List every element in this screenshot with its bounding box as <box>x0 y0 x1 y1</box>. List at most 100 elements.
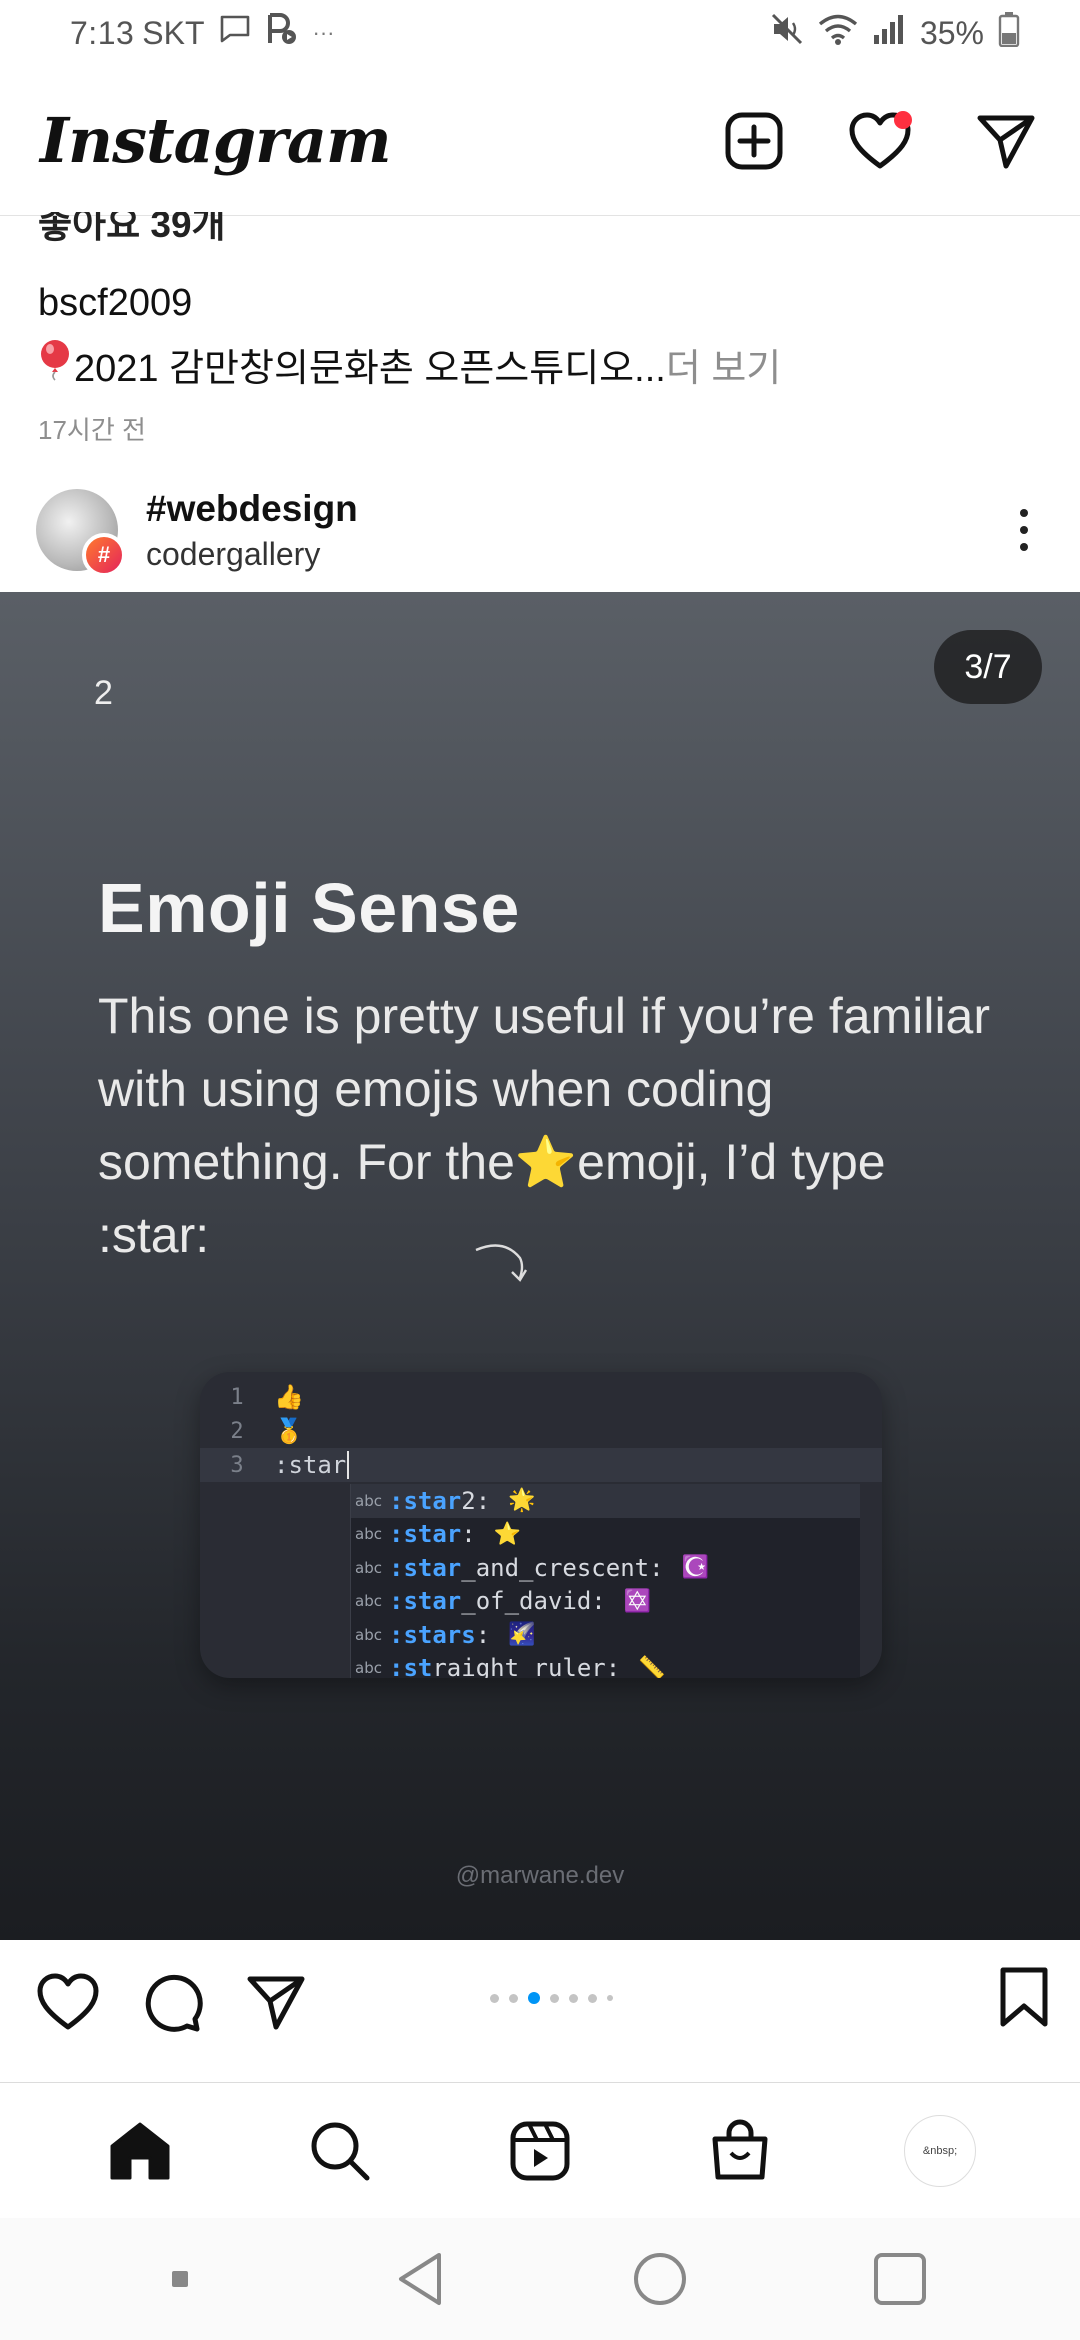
battery-icon <box>998 11 1020 55</box>
suggestion-match: :st <box>389 1654 433 1678</box>
carousel-dot <box>509 1993 518 2003</box>
carousel-dot-active <box>528 1992 540 2004</box>
suggestion-rest: : <box>475 1620 491 1649</box>
carousel-dot <box>490 1993 499 2003</box>
nav-shop[interactable] <box>700 2111 780 2191</box>
mute-icon <box>770 12 804 54</box>
reels-icon <box>510 2121 570 2180</box>
code-line-active: 3 :star <box>200 1448 882 1482</box>
dot-icon <box>1020 509 1028 517</box>
autocomplete-list: abc :star 2: 🌟 abc :star: ⭐ abc :star _and… <box>350 1484 860 1678</box>
new-post-button[interactable] <box>720 107 788 175</box>
like-button[interactable] <box>32 1966 104 2038</box>
suggestion-emoji: ⭐ <box>493 1521 522 1547</box>
code-line: 2 🥇 <box>200 1414 882 1448</box>
activity-button[interactable] <box>846 107 914 175</box>
suggestion-emoji: 🌠 <box>508 1622 536 1648</box>
previous-post-footer: 좋아요 39개 bscf2009 2021 감만창의문화촌 오픈스튜디오... … <box>38 212 1038 447</box>
post-names: #webdesign codergallery <box>146 488 1004 573</box>
suggestion-match: :star <box>389 1486 462 1515</box>
line-number: 1 <box>230 1384 244 1410</box>
thumbs-up-emoji: 👍 <box>274 1383 304 1411</box>
post-hashtag[interactable]: #webdesign <box>146 488 1004 530</box>
header-actions <box>720 107 1040 175</box>
overview-button[interactable] <box>865 2244 935 2314</box>
status-bar: 7:13 SKT ··· 35% <box>0 0 1080 66</box>
comment-button[interactable] <box>136 1966 208 2038</box>
share-icon <box>247 1976 305 2030</box>
status-carrier: SKT <box>142 14 205 51</box>
status-left: 7:13 SKT ··· <box>70 12 335 54</box>
suggestion-item: abc :stars: 🌠 <box>351 1618 860 1652</box>
carousel-dot <box>588 1993 597 2003</box>
typed-text: :star <box>274 1451 347 1479</box>
new-post-icon <box>725 112 783 169</box>
code-line: 1 👍 <box>200 1380 882 1414</box>
home-circle-icon <box>634 2253 686 2305</box>
caption-more-link[interactable]: 더 보기 <box>666 337 781 392</box>
suggestion-item: abc :star: ⭐ <box>351 1518 860 1552</box>
post-author[interactable]: codergallery <box>146 536 1004 573</box>
dot-icon <box>1020 543 1028 551</box>
curved-arrow-icon <box>475 1244 528 1282</box>
back-icon <box>399 2253 441 2305</box>
like-count[interactable]: 좋아요 39개 <box>38 212 1038 248</box>
battery-text: 35% <box>919 14 984 51</box>
nav-home[interactable] <box>100 2111 180 2191</box>
suggestion-emoji: ✡️ <box>623 1588 652 1614</box>
direct-message-button[interactable] <box>972 107 1040 175</box>
status-overflow: ··· <box>312 20 335 45</box>
post-header: # #webdesign codergallery <box>0 470 1080 590</box>
post-time: 17시간 전 <box>38 415 146 445</box>
suggestion-rest: _and_crescent: <box>461 1553 664 1582</box>
suggestion-rest: raight_ruler: <box>432 1654 621 1678</box>
star-emoji: ⭐ <box>514 1134 578 1190</box>
app-header: Instagram <box>0 66 1080 216</box>
back-button[interactable] <box>385 2244 455 2314</box>
code-editor: 1 👍 2 🥇 3 :star abc :star 2: 🌟 abc :star:… <box>200 1372 882 1678</box>
home-button[interactable] <box>625 2244 695 2314</box>
line-number: 2 <box>230 1418 244 1444</box>
dot-icon <box>1020 526 1028 534</box>
chat-bubble-icon <box>219 14 251 52</box>
nav-search[interactable] <box>300 2111 380 2191</box>
status-right: 35% <box>770 11 1020 55</box>
direct-message-icon <box>977 115 1035 168</box>
search-icon <box>311 2122 370 2180</box>
suggestion-kind: abc <box>355 1491 382 1510</box>
suggestion-rest: _of_david: <box>461 1587 606 1616</box>
system-navigation <box>0 2218 1080 2340</box>
caption[interactable]: 2021 감만창의문화촌 오픈스튜디오... 더 보기 <box>38 337 1038 392</box>
suggestion-kind: abc <box>355 1525 382 1544</box>
recent-apps-button[interactable] <box>145 2244 215 2314</box>
suggestion-emoji: 🌟 <box>508 1488 536 1514</box>
suggestion-kind: abc <box>355 1558 382 1577</box>
hashtag-avatar[interactable]: # <box>36 489 126 577</box>
nav-profile[interactable]: &nbsp; <box>900 2111 980 2191</box>
suggestion-item: abc :star _of_david: ✡️ <box>351 1585 860 1619</box>
post-options-button[interactable] <box>1004 495 1044 565</box>
save-button[interactable] <box>998 1966 1050 2035</box>
suggestion-item: abc :star _and_crescent: ☪️ <box>351 1551 860 1585</box>
slide-number: 2 <box>94 674 113 712</box>
instagram-logo[interactable]: Instagram <box>40 104 392 177</box>
caption-username[interactable]: bscf2009 <box>38 282 1038 325</box>
signal-icon <box>872 13 906 53</box>
nav-reels[interactable] <box>500 2111 580 2191</box>
suggestion-item: abc :star 2: 🌟 <box>351 1484 860 1518</box>
suggestion-kind: abc <box>355 1659 382 1678</box>
notification-dot <box>894 110 912 129</box>
suggestion-emoji: ☪️ <box>681 1555 709 1581</box>
shop-icon <box>712 2119 768 2179</box>
status-time: 7:13 <box>70 14 135 51</box>
medal-emoji: 🥇 <box>274 1417 304 1445</box>
slide-body: This one is pretty useful if you’re fami… <box>98 980 998 1272</box>
slide-title: Emoji Sense <box>98 869 520 947</box>
share-button[interactable] <box>240 1966 312 2038</box>
post-image[interactable]: 2 3/7 Emoji Sense This one is pretty use… <box>0 592 1080 1940</box>
suggestion-match: :star <box>389 1520 462 1549</box>
profile-avatar: &nbsp; <box>904 2114 976 2187</box>
line-number: 3 <box>230 1452 244 1478</box>
carousel-dot <box>569 1993 578 2003</box>
carousel-indicator <box>490 1992 613 2004</box>
